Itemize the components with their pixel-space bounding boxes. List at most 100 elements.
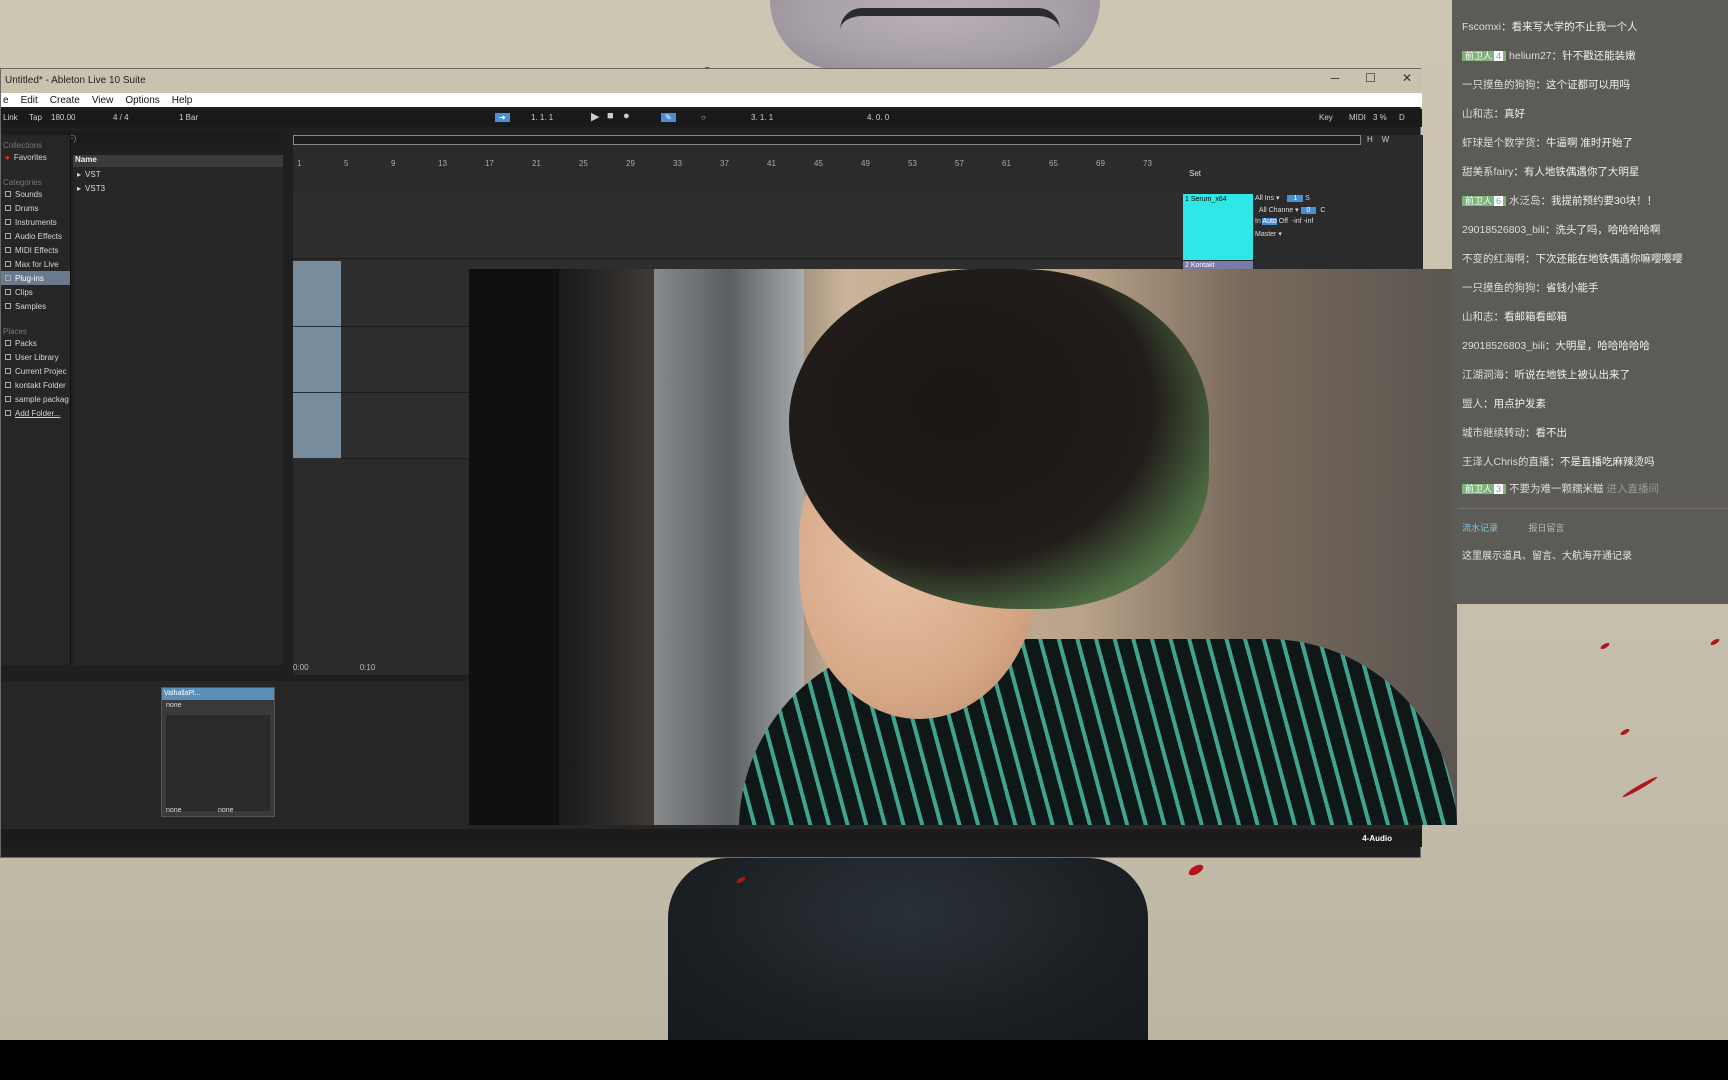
favorite-dot-icon: ● [5, 152, 10, 162]
song-position[interactable]: 1. 1. 1 [531, 113, 553, 122]
menu-file[interactable]: e [1, 95, 11, 106]
bottom-black-bar [0, 1040, 1728, 1080]
ruler-tick: 49 [861, 159, 870, 168]
stop-icon[interactable]: ■ [607, 110, 614, 122]
sidebar-item-plug-ins[interactable]: Plug-ins [1, 271, 70, 285]
category-icon [5, 275, 11, 281]
live-chat-panel: Fscomxi：看来写大学的不止我一个人 前卫人 4 helium27：针不戳还能装… [1452, 0, 1728, 604]
tab-flow-records[interactable]: 流水记录 [1462, 523, 1498, 533]
ruler-tick: 5 [344, 159, 349, 168]
close-icon[interactable]: ✕ [1402, 71, 1412, 85]
chat-footer-note: 这里展示道具、留言、大航海开通记录 [1462, 551, 1632, 562]
sidebar-item-kontakt-folder[interactable]: kontakt Folder [1, 378, 70, 392]
device-title[interactable]: ValhallaPl... [162, 688, 274, 700]
clip[interactable] [293, 393, 341, 459]
list-header-name[interactable]: Name [73, 155, 283, 167]
tap-button[interactable]: Tap [29, 113, 42, 122]
chat-message: 甜美系fairy：有人地铁偶遇你了大明星 [1462, 166, 1640, 178]
ruler-tick: 37 [720, 159, 729, 168]
fan-badge: 前卫人 3 [1462, 484, 1507, 494]
beat-ruler[interactable]: 1 5 9 13 17 21 25 29 33 37 41 45 49 53 5… [293, 159, 1183, 169]
sidebar-item-drums[interactable]: Drums [1, 201, 70, 215]
arrangement-overview[interactable] [293, 135, 1361, 145]
loop-length[interactable]: 4. 0. 0 [867, 113, 889, 122]
midi-map-button[interactable]: MIDI [1349, 113, 1366, 122]
tempo-field[interactable]: 180.00 [51, 113, 75, 122]
volume-field[interactable]: 0 [1300, 207, 1317, 214]
category-icon [5, 191, 11, 197]
sidebar-item-samples[interactable]: Samples [1, 299, 70, 313]
track-lane[interactable] [293, 193, 1181, 259]
record-icon[interactable]: ● [623, 110, 630, 122]
input-channel-select[interactable]: All Channe [1259, 207, 1293, 214]
track-number[interactable]: 1 [1287, 195, 1304, 202]
time-signature[interactable]: 4 / 4 [113, 113, 129, 122]
sidebar-item-clips[interactable]: Clips [1, 285, 70, 299]
follow-icon[interactable]: ➜ [495, 113, 510, 122]
draw-mode-icon[interactable]: ✎ [661, 113, 676, 122]
solo-button[interactable]: S [1305, 195, 1310, 202]
fan-badge: 前卫人 6 [1462, 196, 1507, 206]
maximize-icon[interactable]: ☐ [1365, 71, 1376, 85]
sidebar-item-instruments[interactable]: Instruments [1, 215, 70, 229]
clip[interactable] [293, 261, 341, 327]
clip[interactable] [293, 327, 341, 393]
quantize-menu[interactable]: 1 Bar [179, 113, 198, 122]
menu-options[interactable]: Options [123, 95, 161, 106]
tab-daily-messages[interactable]: 报日留言 [1529, 523, 1565, 533]
window-titlebar[interactable]: Untitled* - Ableton Live 10 Suite ─ ☐ ✕ [1, 69, 1422, 93]
chat-message: 不变的红海啊：下次还能在地铁偶遇你嘛嘤嘤嘤 [1462, 253, 1683, 265]
webcam-overlay [469, 269, 1457, 825]
metronome-icon[interactable]: ○ [701, 113, 706, 122]
disk-indicator: D [1399, 113, 1405, 122]
list-item[interactable]: ▸ VST3 [73, 181, 283, 195]
link-button[interactable]: Link [3, 113, 18, 122]
sidebar-item-max-for-live[interactable]: Max for Live [1, 257, 70, 271]
minimize-icon[interactable]: ─ [1331, 71, 1340, 85]
sidebar-item-sounds[interactable]: Sounds [1, 187, 70, 201]
time-ruler[interactable]: 0:00 0:10 [293, 663, 375, 672]
ruler-tick: 29 [626, 159, 635, 168]
window-controls: ─ ☐ ✕ [1331, 71, 1412, 85]
device-select-1[interactable]: none [166, 807, 182, 814]
monitor-off-button[interactable]: Off [1279, 218, 1288, 225]
chat-message: 城市继续转动：看不出 [1462, 427, 1567, 439]
device-select-2[interactable]: none [218, 807, 234, 814]
ruler-tick: 61 [1002, 159, 1011, 168]
pan-knob[interactable]: C [1320, 207, 1325, 214]
sidebar-item-packs[interactable]: Packs [1, 336, 70, 350]
sidebar-item-midi-effects[interactable]: MIDI Effects [1, 243, 70, 257]
output-select[interactable]: Master [1255, 231, 1276, 238]
list-item[interactable]: ▸ VST [73, 167, 283, 181]
device-valhalla[interactable]: ValhallaPl... none none none [161, 687, 275, 817]
preset-label[interactable]: none [162, 700, 274, 711]
zoom-height-button[interactable]: H [1367, 135, 1373, 144]
folder-icon [5, 382, 11, 388]
ruler-tick: 13 [438, 159, 447, 168]
sidebar-item-audio-effects[interactable]: Audio Effects [1, 229, 70, 243]
play-icon[interactable]: ▶ [591, 110, 599, 123]
menu-create[interactable]: Create [48, 95, 82, 106]
sidebar-item-sample-packages[interactable]: sample packag [1, 392, 70, 406]
sidebar-item-user-library[interactable]: User Library [1, 350, 70, 364]
key-map-button[interactable]: Key [1319, 113, 1333, 122]
expand-arrow-icon: ▸ [77, 183, 82, 193]
sidebar-item-current-project[interactable]: Current Projec [1, 364, 70, 378]
loop-start[interactable]: 3. 1. 1 [751, 113, 773, 122]
ruler-tick: 17 [485, 159, 494, 168]
sidebar-item-favorites[interactable]: ● Favorites [1, 150, 70, 164]
monitor-auto-button[interactable]: Auto [1262, 218, 1277, 225]
menu-edit[interactable]: Edit [19, 95, 40, 106]
expand-arrow-icon: ▸ [77, 169, 82, 179]
folder-icon [5, 340, 11, 346]
menu-view[interactable]: View [90, 95, 116, 106]
menu-help[interactable]: Help [170, 95, 195, 106]
monitor-in-button[interactable]: In [1255, 218, 1261, 225]
track-header-serum[interactable]: 1 Serum_x64 [1183, 194, 1253, 260]
input-type-select[interactable]: All Ins [1255, 195, 1274, 202]
add-folder-link[interactable]: Add Folder... [1, 406, 70, 420]
streamer-headband [840, 8, 1060, 30]
zoom-width-button[interactable]: W [1382, 135, 1390, 144]
fan-badge: 前卫人 4 [1462, 51, 1507, 61]
cpu-meter: 3 % [1373, 113, 1387, 122]
